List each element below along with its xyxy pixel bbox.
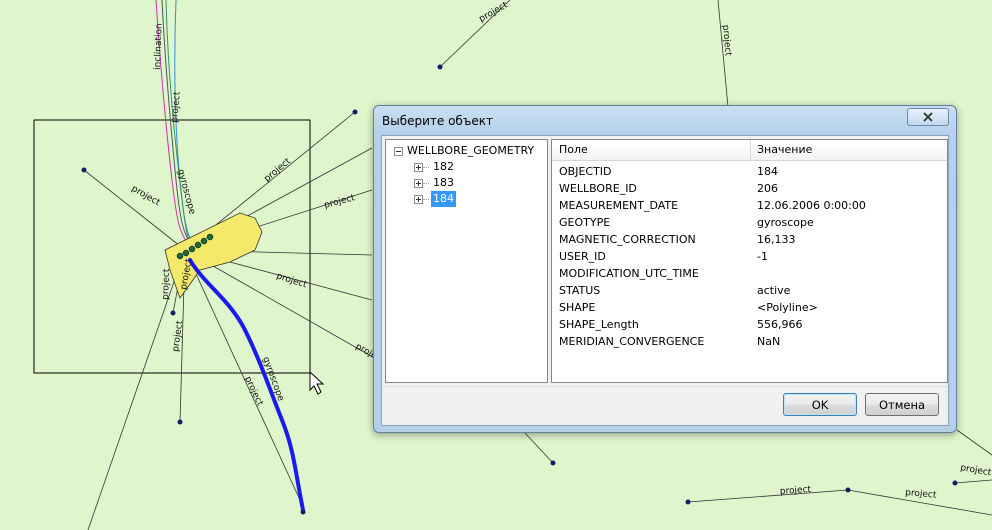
table-row[interactable]: SHAPE <Polyline> [552,299,947,316]
table-row[interactable]: OBJECTID 184 [552,163,947,180]
field-value: <Polyline> [757,301,818,314]
field-value: -1 [757,250,768,263]
column-header-field[interactable]: Поле [559,143,588,156]
table-row[interactable]: WELLBORE_ID 206 [552,180,947,197]
table-row[interactable]: MERIDIAN_CONVERGENCE NaN [552,333,947,350]
ok-button[interactable]: OK [783,393,857,416]
map-label: project [275,271,308,290]
field-name: STATUS [559,284,601,297]
field-name: GEOTYPE [559,216,611,229]
map-label: inclination [153,23,165,70]
field-name: WELLBORE_ID [559,182,637,195]
object-tree[interactable]: WELLBORE_GEOMETRY 182 183 184 [385,139,548,383]
map-label: project [263,156,294,184]
expand-icon[interactable] [414,194,423,204]
collapse-icon[interactable] [394,146,403,156]
map-label: project [130,184,162,209]
field-name: OBJECTID [559,165,612,178]
cancel-button[interactable]: Отмена [865,393,939,416]
field-value: 16,133 [757,233,796,246]
map-label: project [905,488,937,501]
field-name: MAGNETIC_CORRECTION [559,233,696,246]
field-name: MERIDIAN_CONVERGENCE [559,335,705,348]
tree-item-label: 182 [433,160,454,173]
close-x-icon [923,112,933,122]
map-label: project [720,24,733,56]
table-row[interactable]: SHAPE_Length 556,966 [552,316,947,333]
expand-icon[interactable] [414,162,423,172]
select-object-dialog: Выберите объект WELLBORE_GEOMETRY 182 18… [373,105,957,433]
mouse-cursor-icon [309,370,325,395]
table-row[interactable]: MODIFICATION_UTC_TIME [552,265,947,282]
map-label: project [161,268,172,300]
map-label: project [171,320,185,353]
dialog-body: WELLBORE_GEOMETRY 182 183 184 Поле Значе… [381,135,949,426]
column-header-value[interactable]: Значение [757,143,812,156]
table-row[interactable]: MAGNETIC_CORRECTION 16,133 [552,231,947,248]
expand-icon[interactable] [414,178,423,188]
map-label: project [478,0,510,25]
map-label: project [242,375,264,408]
field-name: SHAPE [559,301,596,314]
tree-root[interactable]: WELLBORE_GEOMETRY [394,143,536,159]
field-name: SHAPE_Length [559,318,639,331]
field-value: 12.06.2006 0:00:00 [757,199,866,212]
map-label: gyroscope [175,168,197,216]
table-row[interactable]: MEASUREMENT_DATE 12.06.2006 0:00:00 [552,197,947,214]
map-label: project [959,463,992,478]
table-row[interactable]: USER_ID -1 [552,248,947,265]
field-name: MODIFICATION_UTC_TIME [559,267,699,280]
attribute-grid[interactable]: Поле Значение OBJECTID 184 WELLBORE_ID 206… [551,139,948,383]
tree-item-183[interactable]: 183 [414,175,456,191]
field-value: gyroscope [757,216,814,229]
map-label: project [780,485,812,497]
tree-item-184[interactable]: 184 [414,191,456,207]
dialog-title: Выберите объект [382,114,493,128]
grid-header: Поле Значение [552,140,947,161]
field-name: USER_ID [559,250,606,263]
field-value: 556,966 [757,318,803,331]
field-value: NaN [757,335,781,348]
tree-root-label: WELLBORE_GEOMETRY [407,144,535,157]
map-label: project [323,193,356,211]
table-row[interactable]: GEOTYPE gyroscope [552,214,947,231]
field-value: 206 [757,182,778,195]
table-row[interactable]: STATUS active [552,282,947,299]
field-value: 184 [757,165,778,178]
field-name: MEASUREMENT_DATE [559,199,679,212]
tree-item-182[interactable]: 182 [414,159,456,175]
tree-item-label: 183 [433,176,454,189]
map-label: project [170,91,183,123]
tree-item-label-selected: 184 [431,191,456,207]
close-button[interactable] [907,108,949,126]
field-value: active [757,284,791,297]
button-bar-divider [382,386,948,387]
